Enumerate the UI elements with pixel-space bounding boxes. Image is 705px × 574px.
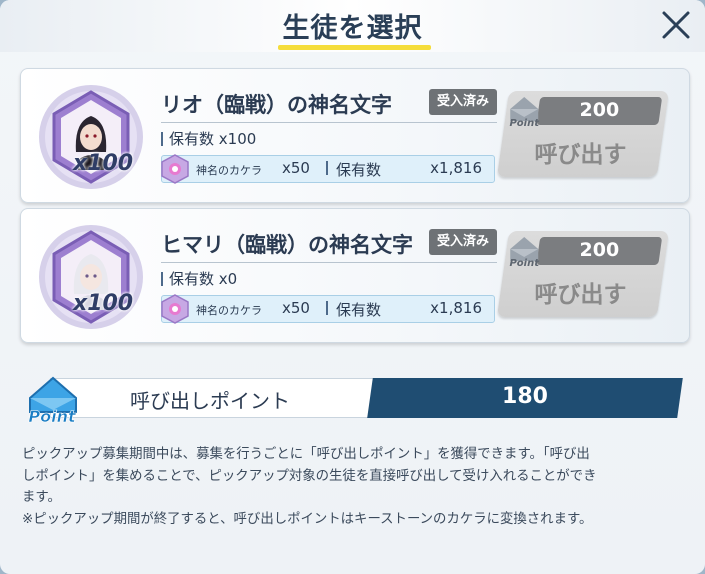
item-quantity: x100: [73, 291, 134, 316]
page-title: 生徒を選択: [282, 13, 423, 44]
separator: [326, 161, 328, 175]
call-points-bar: 呼び出しポイント 180 Point: [28, 376, 683, 426]
select-student-dialog: 生徒を選択 x100 リオ（臨戦）の神名文字 受入済み 保有数 x100 神名の…: [0, 0, 705, 574]
owned-label: 保有数: [169, 270, 215, 288]
owned-value: x0: [218, 270, 238, 288]
cost-box: 神名のカケラ x50 保有数 x1,816: [161, 294, 495, 324]
call-label: 呼び出す: [534, 282, 627, 308]
divider: [161, 262, 497, 263]
title-underline: [278, 45, 431, 50]
shard-owned-label: 保有数: [336, 301, 382, 319]
status-badge: 受入済み: [429, 89, 498, 115]
call-label: 呼び出す: [534, 142, 627, 168]
cost-box: 神名のカケラ x50 保有数 x1,816: [161, 154, 495, 184]
separator: [326, 301, 328, 315]
call-button[interactable]: 200 Point 呼び出す: [496, 91, 670, 177]
description-line: ※ピックアップ期間が終了すると、呼び出しポイントはキーストーンのカケラに変換され…: [22, 511, 593, 527]
description-line: ます。: [22, 490, 61, 505]
shard-cost: x50: [282, 159, 310, 177]
owned-count: 保有数 x0: [161, 268, 237, 289]
shard-owned-value: x1,816: [430, 299, 482, 317]
shard-label: 神名のカケラ: [196, 164, 262, 177]
item-name: ヒマリ（臨戦）の神名文字: [161, 233, 413, 257]
shard-owned-value: x1,816: [430, 159, 482, 177]
owned-value: x100: [218, 130, 257, 148]
status-badge: 受入済み: [429, 229, 498, 255]
item-name: リオ（臨戦）の神名文字: [161, 93, 392, 117]
points-value: 180: [502, 384, 548, 409]
owned-count: 保有数 x100: [161, 128, 256, 149]
student-card-himari: x100 ヒマリ（臨戦）の神名文字 受入済み 保有数 x0 神名のカケラ x50…: [20, 208, 690, 343]
description-line: しポイント」を集めることで、ピックアップ対象の生徒を直接呼び出して受け入れること…: [22, 468, 597, 484]
item-quantity: x100: [73, 151, 134, 176]
shard-label: 神名のカケラ: [196, 304, 262, 317]
point-icon-text: Point: [28, 407, 77, 426]
owned-label: 保有数: [169, 130, 215, 148]
point-icon: Point: [509, 237, 540, 269]
description-line: ピックアップ募集期間中は、募集を行うごとに「呼び出しポイント」を獲得できます。「…: [22, 447, 590, 462]
dialog-header: 生徒を選択: [0, 0, 705, 52]
point-icon: Point: [509, 97, 540, 129]
call-button[interactable]: 200 Point 呼び出す: [496, 231, 670, 317]
point-icon-text: Point: [509, 118, 540, 129]
shard-cost: x50: [282, 299, 310, 317]
points-label: 呼び出しポイント: [130, 389, 290, 413]
call-cost: 200: [579, 99, 620, 121]
point-icon-text: Point: [509, 258, 540, 269]
student-card-rio: x100 リオ（臨戦）の神名文字 受入済み 保有数 x100 神名のカケラ x5…: [20, 68, 690, 203]
call-cost: 200: [579, 239, 620, 261]
description-text: ピックアップ募集期間中は、募集を行うごとに「呼び出しポイント」を獲得できます。「…: [22, 444, 690, 530]
close-icon[interactable]: [659, 8, 693, 42]
point-icon: Point: [28, 376, 77, 426]
shard-icon: [161, 294, 189, 324]
divider: [161, 122, 497, 123]
shard-icon: [161, 154, 189, 184]
shard-owned-label: 保有数: [336, 161, 382, 179]
